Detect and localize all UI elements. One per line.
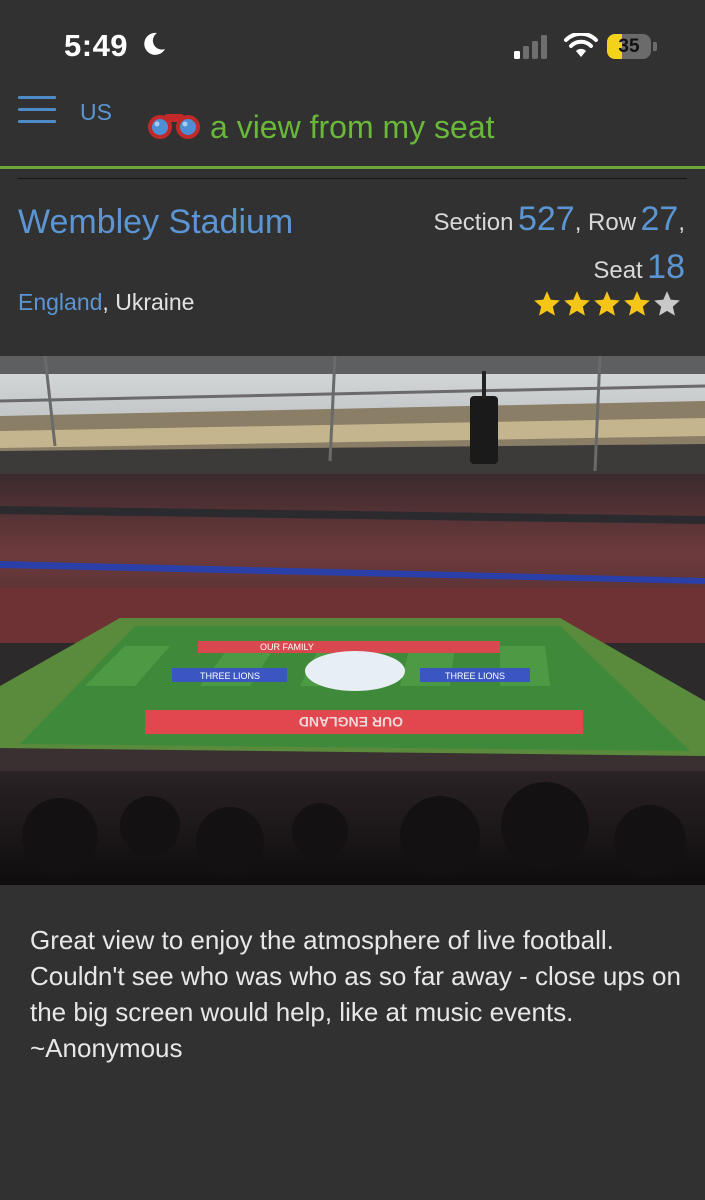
row-number[interactable]: 27 (641, 200, 679, 238)
seat-section-row: Section 527, Row 27, (433, 200, 685, 239)
battery-percent: 35 (618, 36, 640, 57)
event-teams: England, Ukraine (18, 289, 194, 316)
header-divider (0, 166, 705, 169)
signal-icon (514, 35, 547, 59)
app-title[interactable]: a view from my seat (210, 109, 495, 146)
star-filled-icon (534, 291, 560, 316)
seat-number[interactable]: 18 (647, 248, 685, 286)
battery-icon: 35 (607, 34, 657, 60)
stadium-view-photo[interactable]: OUR FAMILY OUR ENGLAND THREE LIONS THREE… (0, 356, 705, 885)
wifi-icon (564, 33, 598, 57)
teams-separator: , (102, 289, 116, 315)
team-ukraine: Ukraine (115, 289, 195, 315)
comma-1: , (574, 209, 589, 236)
rating-stars (533, 290, 688, 322)
section-divider (18, 178, 687, 179)
seat-label: Seat (593, 257, 643, 284)
status-time: 5:49 (64, 28, 129, 63)
star-filled-icon (624, 291, 650, 316)
section-number[interactable]: 527 (518, 200, 575, 238)
venue-name-link[interactable]: Wembley Stadium (18, 200, 318, 244)
banner-our-england: OUR ENGLAND (299, 714, 403, 730)
star-filled-icon (594, 291, 620, 316)
section-label: Section (433, 209, 514, 236)
banner-our-family: OUR FAMILY (260, 642, 314, 652)
review-text: Great view to enjoy the atmosphere of li… (30, 925, 681, 1027)
row-label: Row (588, 209, 637, 236)
country-selector[interactable]: US (80, 99, 112, 126)
binoculars-logo-icon[interactable] (146, 111, 202, 141)
review-block: Great view to enjoy the atmosphere of li… (30, 922, 690, 1066)
review-author: ~Anonymous (30, 1033, 183, 1063)
moon-icon (144, 32, 165, 55)
banner-three-lions-left: THREE LIONS (200, 671, 260, 681)
menu-icon[interactable] (18, 96, 56, 124)
status-bar: 5:49 35 (0, 0, 705, 90)
comma-2: , (678, 209, 685, 236)
star-filled-icon (564, 291, 590, 316)
star-empty-icon (654, 291, 680, 316)
seat-number-line: Seat 18 (593, 248, 685, 287)
banner-three-lions-right: THREE LIONS (445, 671, 505, 681)
team-link-england[interactable]: England (18, 289, 102, 315)
